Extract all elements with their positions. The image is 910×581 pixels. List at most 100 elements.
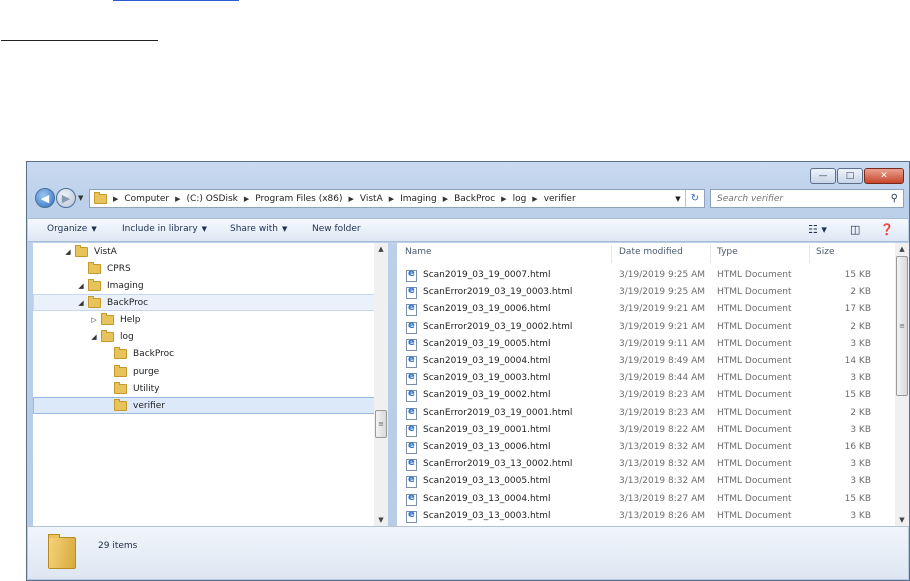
file-type: HTML Document	[717, 356, 792, 366]
scroll-thumb[interactable]: ≡	[375, 410, 387, 438]
refresh-icon[interactable]: ↻	[685, 190, 704, 207]
search-icon[interactable]: ⚲	[891, 193, 898, 204]
tree-item[interactable]: verifier	[102, 397, 165, 414]
tree-item[interactable]: ◢ Imaging	[76, 277, 144, 294]
caption-buttons: — □ ✕	[810, 168, 904, 184]
breadcrumb-separator-icon[interactable]: ▶	[175, 195, 180, 203]
close-button[interactable]: ✕	[864, 168, 904, 184]
item-count: 29 items	[98, 541, 138, 551]
breadcrumb-separator-icon[interactable]: ▶	[389, 195, 394, 203]
forward-button[interactable]: ▶	[56, 188, 76, 208]
file-row[interactable]: Scan2019_03_19_0004.html 3/19/2019 8:49 A…	[397, 353, 895, 370]
collapse-icon[interactable]: ◢	[76, 282, 86, 290]
collapse-icon[interactable]: ◢	[76, 299, 86, 307]
preview-pane-icon[interactable]: ◫	[850, 223, 860, 236]
scroll-down-arrow[interactable]: ▼	[374, 514, 388, 526]
breadcrumb-separator-icon[interactable]: ▶	[244, 195, 249, 203]
breadcrumb-separator-icon[interactable]: ▶	[501, 195, 506, 203]
breadcrumb-item[interactable]: verifier	[544, 194, 576, 204]
file-row[interactable]: Scan2019_03_19_0007.html 3/19/2019 9:25 A…	[397, 267, 895, 284]
file-type: HTML Document	[717, 493, 792, 504]
folder-icon	[88, 261, 101, 274]
minimize-button[interactable]: —	[810, 168, 836, 184]
file-name: Scan2019_03_19_0007.html	[423, 270, 551, 280]
column-header-type[interactable]: Type	[717, 247, 738, 263]
address-dropdown-icon[interactable]: ▼	[671, 195, 685, 203]
column-divider[interactable]	[611, 245, 612, 263]
recent-pages-dropdown[interactable]: ▼	[78, 194, 83, 202]
include-in-library-menu[interactable]: Include in library ▼	[122, 224, 207, 234]
column-header-date-modified[interactable]: Date modified	[619, 247, 683, 263]
back-button[interactable]: ◀	[35, 188, 55, 208]
share-with-menu[interactable]: Share with ▼	[230, 224, 287, 234]
search-input[interactable]	[717, 193, 877, 204]
file-row[interactable]: Scan2019_03_13_0006.html 3/13/2019 8:32 A…	[397, 439, 895, 456]
maximize-button[interactable]: □	[837, 168, 863, 184]
breadcrumb-item[interactable]: Program Files (x86)	[255, 194, 342, 204]
file-type: HTML Document	[717, 407, 792, 418]
collapse-icon[interactable]: ◢	[63, 248, 73, 256]
file-type: HTML Document	[717, 270, 792, 280]
file-date-modified: 3/19/2019 9:21 AM	[619, 321, 706, 332]
file-row[interactable]: Scan2019_03_19_0003.html 3/19/2019 8:44 A…	[397, 370, 895, 387]
tree-item[interactable]: ◢ VistA	[63, 243, 117, 260]
tree-item[interactable]: ◢ BackProc	[76, 294, 148, 311]
tree-item[interactable]: ▷ Help	[89, 311, 141, 328]
organize-menu[interactable]: Organize ▼	[47, 224, 97, 234]
column-header-size[interactable]: Size	[816, 247, 834, 263]
breadcrumb-item[interactable]: Imaging	[400, 194, 437, 204]
tree-item[interactable]: ◢ log	[89, 328, 134, 345]
help-icon[interactable]: ❓	[880, 223, 894, 236]
breadcrumb-item[interactable]: log	[513, 194, 527, 204]
new-folder-button[interactable]: New folder	[312, 224, 361, 234]
tree-item[interactable]: Utility	[102, 380, 159, 397]
file-size: 14 KB	[844, 356, 871, 366]
folder-icon	[114, 346, 127, 359]
file-row[interactable]: Scan2019_03_19_0006.html 3/19/2019 9:21 A…	[397, 301, 895, 318]
tree-item[interactable]: BackProc	[102, 345, 174, 362]
breadcrumb-item[interactable]: VistA	[360, 194, 383, 204]
change-view-icon[interactable]: ☷ ▾	[808, 223, 827, 236]
file-row[interactable]: ScanError2019_03_19_0003.html 3/19/2019 9…	[397, 284, 895, 301]
file-type: HTML Document	[717, 510, 792, 521]
file-list-scrollbar[interactable]: ▲ ≡ ▼	[895, 243, 909, 526]
scroll-up-arrow[interactable]: ▲	[374, 243, 388, 255]
file-row[interactable]: Scan2019_03_13_0005.html 3/13/2019 8:32 A…	[397, 473, 895, 490]
file-date-modified: 3/19/2019 9:21 AM	[619, 304, 706, 315]
breadcrumb-separator-icon[interactable]: ▶	[532, 195, 537, 203]
navigation-scrollbar[interactable]: ▲ ≡ ▼	[374, 243, 388, 526]
breadcrumb-item[interactable]: (C:) OSDisk	[187, 194, 238, 204]
collapse-icon[interactable]: ◢	[89, 333, 99, 341]
address-actions: ▼ ↻	[671, 190, 704, 207]
file-row[interactable]: ScanError2019_03_13_0002.html 3/13/2019 8…	[397, 456, 895, 473]
breadcrumb-item[interactable]: BackProc	[454, 194, 495, 204]
breadcrumb-separator-icon[interactable]: ▶	[113, 195, 118, 203]
search-box[interactable]: ⚲	[710, 189, 904, 208]
scroll-down-arrow[interactable]: ▼	[895, 514, 909, 526]
expand-icon[interactable]: ▷	[89, 316, 99, 324]
file-row[interactable]: Scan2019_03_19_0002.html 3/19/2019 8:23 A…	[397, 387, 895, 404]
file-row[interactable]: ScanError2019_03_19_0001.html 3/19/2019 8…	[397, 405, 895, 422]
file-size: 15 KB	[844, 493, 871, 504]
file-row[interactable]: Scan2019_03_19_0001.html 3/19/2019 8:22 A…	[397, 422, 895, 439]
column-header-name[interactable]: Name	[405, 247, 432, 263]
column-divider[interactable]	[809, 245, 810, 263]
tree-item[interactable]: purge	[102, 363, 159, 380]
scroll-thumb[interactable]: ≡	[896, 256, 908, 396]
document-link-underline[interactable]	[113, 0, 239, 1]
file-row[interactable]: Scan2019_03_13_0003.html 3/13/2019 8:26 A…	[397, 508, 895, 525]
file-row[interactable]: Scan2019_03_13_0004.html 3/13/2019 8:27 A…	[397, 491, 895, 508]
breadcrumb-separator-icon[interactable]: ▶	[349, 195, 354, 203]
scroll-up-arrow[interactable]: ▲	[895, 243, 909, 255]
breadcrumb-separator-icon[interactable]: ▶	[443, 195, 448, 203]
breadcrumb-item[interactable]: Computer	[124, 194, 169, 204]
tree-item[interactable]: CPRS	[76, 260, 131, 277]
column-divider[interactable]	[710, 245, 711, 263]
file-date-modified: 3/19/2019 8:23 AM	[619, 390, 706, 401]
file-date-modified: 3/19/2019 8:44 AM	[619, 373, 706, 384]
folder-icon	[88, 278, 101, 291]
file-row[interactable]: ScanError2019_03_19_0002.html 3/19/2019 9…	[397, 319, 895, 336]
file-row[interactable]: Scan2019_03_19_0005.html 3/19/2019 9:11 A…	[397, 336, 895, 353]
address-bar[interactable]: ▶ Computer ▶ (C:) OSDisk ▶ Program Files (x86…	[89, 189, 705, 208]
file-name: Scan2019_03_13_0005.html	[423, 476, 551, 487]
